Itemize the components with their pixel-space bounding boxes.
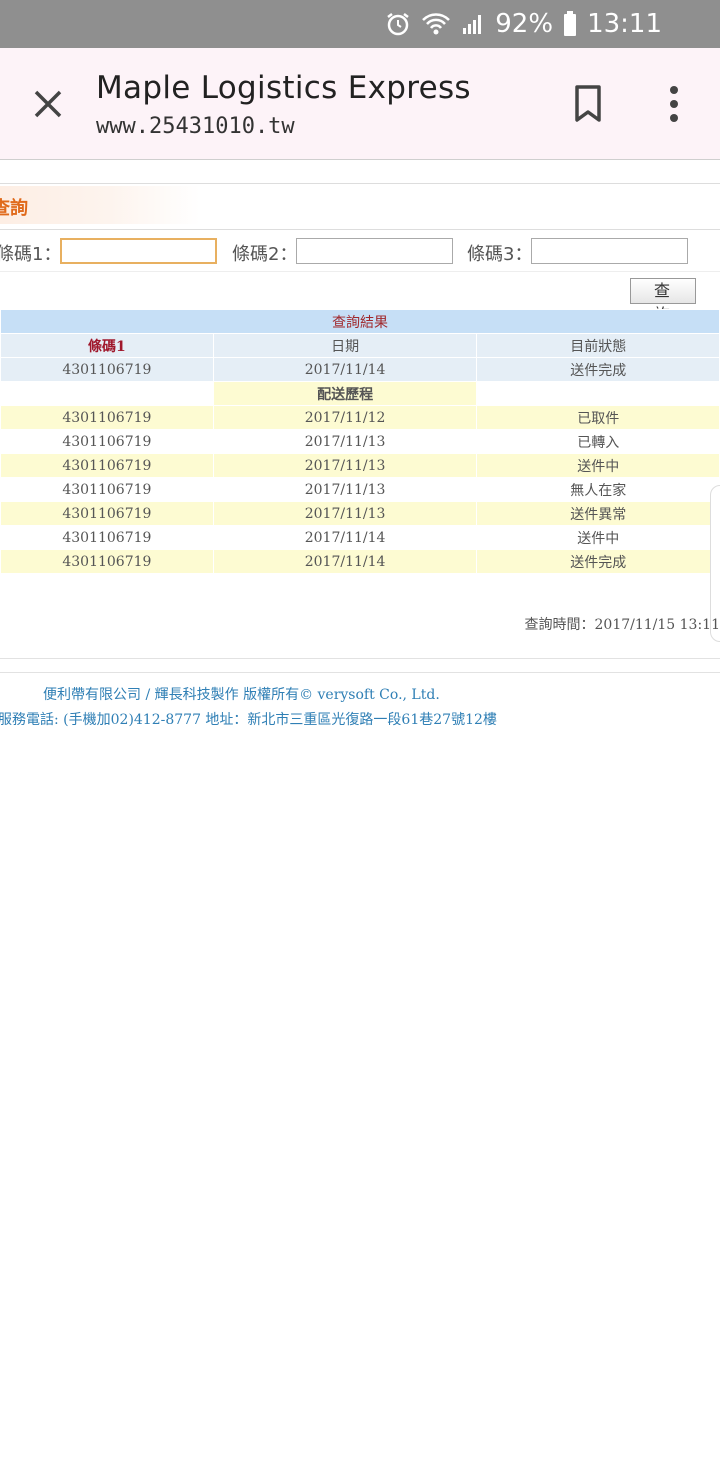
history-row: 4301106719 2017/11/13 無人在家 xyxy=(0,477,720,502)
history-barcode: 4301106719 xyxy=(0,549,214,574)
history-status: 已轉入 xyxy=(476,429,720,454)
history-date: 2017/11/14 xyxy=(212,549,478,574)
battery-icon xyxy=(563,11,577,37)
history-row: 4301106719 2017/11/12 已取件 xyxy=(0,405,720,430)
page-title: Maple Logistics Express xyxy=(96,70,471,106)
history-date: 2017/11/13 xyxy=(212,477,478,502)
barcode1-input[interactable] xyxy=(60,238,217,264)
results-table: 查詢結果 條碼1 日期 目前狀態 4301106719 2017/11/14 送… xyxy=(0,309,720,574)
history-status: 送件中 xyxy=(476,453,720,478)
close-icon[interactable] xyxy=(30,86,66,122)
history-barcode: 4301106719 xyxy=(0,405,214,430)
barcode2-label: 條碼2： xyxy=(232,244,298,265)
history-barcode: 4301106719 xyxy=(0,525,214,550)
history-row: 4301106719 2017/11/14 送件中 xyxy=(0,525,720,550)
history-barcode: 4301106719 xyxy=(0,453,214,478)
section-header: 查詢 xyxy=(0,186,200,224)
summary-row: 4301106719 2017/11/14 送件完成 xyxy=(0,357,720,382)
footer-copyright: 便利帶有限公司 / 輝長科技製作 版權所有© verysoft Co., Ltd… xyxy=(43,687,440,703)
bookmark-icon[interactable] xyxy=(572,84,604,124)
blank-cell xyxy=(476,381,720,406)
history-date: 2017/11/13 xyxy=(212,501,478,526)
results-caption-row: 查詢結果 xyxy=(0,309,720,334)
barcode2-input[interactable] xyxy=(296,238,453,264)
barcode3-input[interactable] xyxy=(531,238,688,264)
history-barcode: 4301106719 xyxy=(0,477,214,502)
signal-icon xyxy=(461,12,485,36)
barcode1-label: 條碼1： xyxy=(0,244,62,265)
history-date: 2017/11/13 xyxy=(212,429,478,454)
divider xyxy=(0,229,720,230)
history-header-row: 配送歷程 xyxy=(0,381,720,406)
section-title: 查詢 xyxy=(0,198,28,219)
history-title: 配送歷程 xyxy=(212,381,478,406)
results-header-row: 條碼1 日期 目前狀態 xyxy=(0,333,720,358)
history-status: 無人在家 xyxy=(476,477,720,502)
history-status: 已取件 xyxy=(476,405,720,430)
custom-tab-toolbar: Maple Logistics Express www.25431010.tw xyxy=(0,48,720,160)
history-status: 送件中 xyxy=(476,525,720,550)
footer-contact: 服務電話: (手機加02)412-8777 地址：新北市三重區光復路一段61巷2… xyxy=(0,712,497,728)
page-title-block: Maple Logistics Express www.25431010.tw xyxy=(96,70,471,139)
history-row: 4301106719 2017/11/13 送件異常 xyxy=(0,501,720,526)
history-status: 送件異常 xyxy=(476,501,720,526)
history-date: 2017/11/14 xyxy=(212,525,478,550)
query-button[interactable]: 查 詢 xyxy=(630,278,696,324)
summary-date: 2017/11/14 xyxy=(212,357,478,382)
alarm-icon xyxy=(385,11,411,37)
results-caption: 查詢結果 xyxy=(0,309,720,334)
page-url: www.25431010.tw xyxy=(96,114,295,139)
divider xyxy=(0,672,720,673)
history-date: 2017/11/12 xyxy=(212,405,478,430)
history-barcode: 4301106719 xyxy=(0,429,214,454)
status-bar: 92% 13:11 xyxy=(0,0,720,48)
history-barcode: 4301106719 xyxy=(0,501,214,526)
history-row: 4301106719 2017/11/13 已轉入 xyxy=(0,429,720,454)
clock: 13:11 xyxy=(587,9,662,39)
history-status: 送件完成 xyxy=(476,549,720,574)
wifi-icon xyxy=(421,12,451,36)
divider xyxy=(0,658,720,659)
divider xyxy=(0,271,720,272)
history-date: 2017/11/13 xyxy=(212,453,478,478)
summary-barcode: 4301106719 xyxy=(0,357,214,382)
col-header-date: 日期 xyxy=(212,333,478,358)
query-time: 查詢時間：2017/11/15 13:11 xyxy=(524,617,720,633)
divider xyxy=(0,183,720,184)
barcode3-label: 條碼3： xyxy=(467,244,533,265)
search-form: 條碼1： 條碼2： 條碼3： xyxy=(0,236,720,268)
col-header-barcode: 條碼1 xyxy=(0,333,214,358)
summary-status: 送件完成 xyxy=(476,357,720,382)
col-header-status: 目前狀態 xyxy=(476,333,720,358)
history-row: 4301106719 2017/11/14 送件完成 xyxy=(0,549,720,574)
more-vert-icon[interactable] xyxy=(664,84,684,124)
blank-cell xyxy=(0,381,214,406)
battery-percent: 92% xyxy=(495,9,554,39)
history-row: 4301106719 2017/11/13 送件中 xyxy=(0,453,720,478)
